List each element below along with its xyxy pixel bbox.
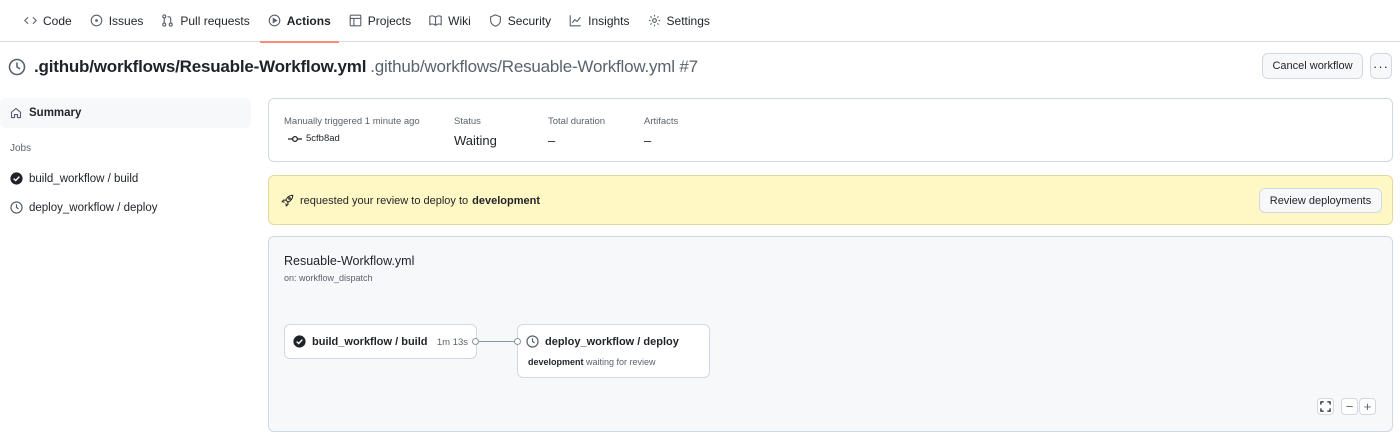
jobs-heading: Jobs <box>10 143 32 154</box>
graph-node-duration: 1m 13s <box>436 337 468 348</box>
check-circle-icon <box>10 172 23 185</box>
workflow-graph: Resuable-Workflow.yml on: workflow_dispa… <box>268 236 1393 432</box>
sidebar-job-label: deploy_workflow / deploy <box>29 201 158 214</box>
tab-actions[interactable]: Actions <box>259 0 339 43</box>
fullscreen-icon <box>1320 401 1331 412</box>
repo-nav: Code Issues Pull requests Actions Projec… <box>0 0 1400 43</box>
zoom-in-button[interactable]: + <box>1359 398 1376 415</box>
workflow-graph-title: Resuable-Workflow.yml <box>284 254 415 268</box>
book-icon <box>429 15 442 27</box>
play-icon <box>268 14 281 27</box>
status-label: Status <box>454 116 481 127</box>
run-title-row: .github/workflows/Resuable-Workflow.yml … <box>8 52 1392 82</box>
tab-security-label: Security <box>507 13 552 28</box>
sidebar-item-build-job[interactable]: build_workflow / build <box>10 172 138 185</box>
job-connector <box>475 341 519 342</box>
tab-settings-label: Settings <box>666 13 710 28</box>
tab-actions-label: Actions <box>286 13 331 28</box>
sidebar-summary-label: Summary <box>29 107 82 119</box>
pull-request-icon <box>162 14 174 27</box>
shield-icon <box>489 14 501 27</box>
artifacts-value: – <box>644 133 652 148</box>
artifacts-info: Artifacts – <box>644 116 678 148</box>
commit-icon <box>288 135 302 142</box>
tab-insights-label: Insights <box>588 13 630 28</box>
review-environment: development <box>472 194 541 207</box>
graph-node-build[interactable]: build_workflow / build 1m 13s <box>284 324 477 359</box>
review-text: requested your review to deploy to <box>300 194 469 207</box>
commit-sha: 5cfb8ad <box>306 133 340 144</box>
rocket-icon <box>281 194 294 207</box>
home-icon <box>10 107 22 119</box>
graph-node-header: build_workflow / build <box>293 335 428 348</box>
status-info: Status Waiting <box>454 116 497 148</box>
table-icon <box>349 14 362 27</box>
duration-value: – <box>548 133 556 148</box>
connector-dot-in <box>514 338 521 345</box>
tab-pull-requests[interactable]: Pull requests <box>153 0 257 42</box>
commit-link[interactable]: 5cfb8ad <box>284 133 420 144</box>
tab-code[interactable]: Code <box>16 0 80 42</box>
tab-projects-label: Projects <box>367 13 412 28</box>
connector-dot-out <box>472 338 479 345</box>
trigger-info: Manually triggered 1 minute ago 5cfb8ad <box>284 116 420 144</box>
graph-node-environment: development waiting for review <box>528 357 656 367</box>
tab-wiki-label: Wiki <box>448 13 471 28</box>
run-subtitle: .github/workflows/Resuable-Workflow.yml … <box>370 57 698 76</box>
cancel-workflow-button[interactable]: Cancel workflow <box>1262 53 1363 79</box>
duration-info: Total duration – <box>548 116 605 148</box>
tab-settings[interactable]: Settings <box>640 0 718 42</box>
graph-node-deploy[interactable]: deploy_workflow / deploy development wai… <box>517 324 710 378</box>
review-deployments-button[interactable]: Review deployments <box>1259 188 1382 213</box>
review-message: requested your review to deploy to devel… <box>281 194 540 207</box>
check-circle-icon <box>293 335 306 348</box>
graph-node-env-name: development <box>528 357 584 367</box>
clock-icon <box>10 201 23 214</box>
duration-label: Total duration <box>548 116 606 127</box>
workflow-trigger: on: workflow_dispatch <box>284 273 373 283</box>
graph-node-label: deploy_workflow / deploy <box>545 335 679 348</box>
tab-security[interactable]: Security <box>481 0 559 42</box>
code-icon <box>24 16 37 25</box>
tab-issues-label: Issues <box>108 13 144 28</box>
clock-icon <box>526 335 539 348</box>
run-summary-card: Manually triggered 1 minute ago 5cfb8ad … <box>268 98 1393 162</box>
gear-icon <box>648 14 660 27</box>
tab-wiki[interactable]: Wiki <box>421 0 479 42</box>
artifacts-label: Artifacts <box>644 116 679 127</box>
graph-node-header: deploy_workflow / deploy <box>526 335 679 348</box>
sidebar-item-deploy-job[interactable]: deploy_workflow / deploy <box>10 201 158 214</box>
tab-projects[interactable]: Projects <box>341 0 419 42</box>
tab-insights[interactable]: Insights <box>561 0 637 42</box>
graph-node-env-note: waiting for review <box>586 357 656 367</box>
graph-node-label: build_workflow / build <box>312 335 428 348</box>
issue-icon <box>90 14 103 27</box>
tab-issues[interactable]: Issues <box>82 0 152 42</box>
sidebar-item-summary[interactable]: Summary <box>0 98 251 128</box>
review-banner: requested your review to deploy to devel… <box>268 175 1393 225</box>
tab-pull-requests-label: Pull requests <box>180 13 250 28</box>
graph-icon <box>569 15 581 27</box>
zoom-out-button[interactable]: − <box>1341 398 1358 415</box>
trigger-label: Manually triggered 1 minute ago <box>284 116 420 127</box>
tab-code-label: Code <box>43 13 72 28</box>
more-options-button[interactable]: ··· <box>1370 53 1392 79</box>
status-value: Waiting <box>454 133 497 148</box>
sidebar-job-label: build_workflow / build <box>29 172 139 185</box>
clock-icon <box>8 58 26 76</box>
fullscreen-button[interactable] <box>1317 398 1334 415</box>
page-title: .github/workflows/Resuable-Workflow.yml <box>34 57 367 76</box>
